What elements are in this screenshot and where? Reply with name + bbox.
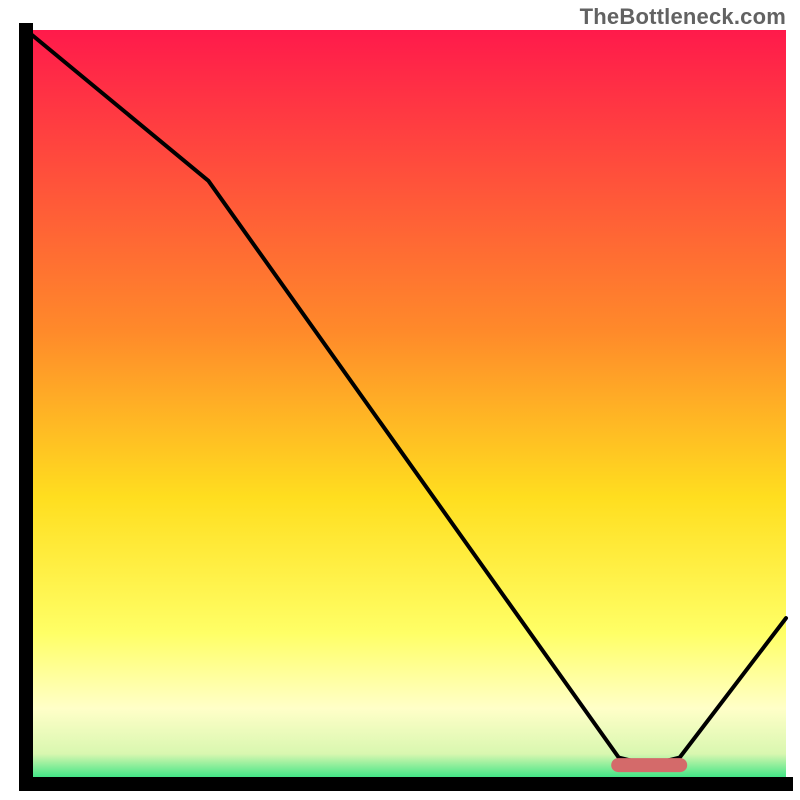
bottleneck-chart: [0, 0, 800, 800]
plot-background: [26, 30, 786, 784]
chart-stage: TheBottleneck.com: [0, 0, 800, 800]
optimal-marker: [611, 758, 687, 772]
